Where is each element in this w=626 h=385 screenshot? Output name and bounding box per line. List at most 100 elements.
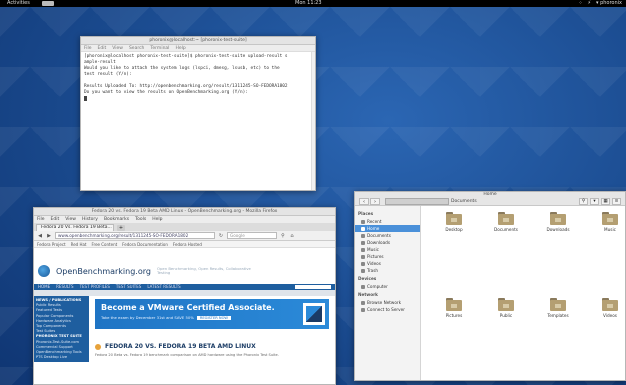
grid-view-icon[interactable]: ▦ (601, 198, 610, 205)
site-sidebar: NEWS / PUBLICATIONS Public Results Feature… (34, 296, 89, 363)
menu-history[interactable]: History (82, 216, 98, 223)
folder-item-pictures[interactable]: Pictures (429, 298, 479, 380)
back-arrow-icon[interactable]: ‹ (359, 198, 369, 205)
menu-view[interactable]: View (112, 45, 123, 51)
system-tray[interactable]: ⁘ ⚡ ▾ phoronix (578, 0, 622, 7)
sidebar-item-trash[interactable]: Trash (355, 267, 420, 274)
bookmarks-toolbar: Fedora Project Red Hat Free Content Fedo… (34, 241, 335, 248)
folder-item-videos[interactable]: Videos (585, 298, 625, 380)
menu-bookmarks[interactable]: Bookmarks (104, 216, 129, 223)
register-button[interactable]: REGISTER NOW (196, 316, 231, 320)
view-options-icon[interactable]: ▾ (590, 198, 599, 205)
folder-icon (498, 298, 514, 311)
menu-help[interactable]: Help (152, 216, 162, 223)
nav-latest-results[interactable]: LATEST RESULTS (147, 284, 180, 290)
forward-arrow-icon[interactable]: ▶ (46, 233, 52, 239)
path-bar-home[interactable] (385, 198, 449, 205)
folder-label: Videos (603, 313, 617, 318)
sidebar-item-downloads[interactable]: Downloads (355, 239, 420, 246)
place-icon (361, 261, 365, 266)
nav-test-profiles[interactable]: TEST PROFILES (80, 284, 110, 290)
place-icon (361, 268, 365, 273)
nav-home[interactable]: HOME (38, 284, 50, 290)
sidebar-item-documents[interactable]: Documents (355, 232, 420, 239)
user-menu[interactable]: ▾ phoronix (596, 0, 622, 7)
path-bar-documents[interactable]: Documents (451, 198, 477, 205)
clock[interactable]: Mon 11:23 (295, 0, 322, 7)
forward-arrow-icon[interactable]: › (370, 198, 380, 205)
browser-window[interactable]: Fedora 20 vs. Fedora 19 Beta AMD Linux -… (33, 207, 336, 385)
home-icon[interactable]: ⌂ (289, 233, 295, 239)
menu-file[interactable]: File (84, 45, 92, 51)
menu-icon[interactable]: ≡ (612, 198, 621, 205)
folder-label: Public (499, 313, 513, 318)
sidebar-item-computer[interactable]: Computer (355, 283, 420, 290)
search-input[interactable]: Google (227, 232, 277, 239)
files-window[interactable]: Home ‹ › Documents ⚲ ▾ ▦ ≡ Places Recent H… (354, 191, 626, 381)
browser-title[interactable]: Fedora 20 vs. Fedora 19 Beta AMD Linux -… (34, 208, 335, 216)
bookmark-item[interactable]: Fedora Hosted (173, 241, 202, 247)
app-menu-icon[interactable] (42, 1, 54, 6)
bookmark-item[interactable]: Red Hat (71, 241, 87, 247)
tab-strip: Fedora 20 Vs. Fedora 19 Beta... + (34, 223, 335, 231)
new-tab-button[interactable]: + (117, 225, 125, 231)
sidebar-item-label: Music (367, 247, 379, 252)
openbenchmarking-logo[interactable] (38, 265, 50, 277)
menu-edit[interactable]: Edit (98, 45, 107, 51)
nav-test-suites[interactable]: TEST SUITES (116, 284, 141, 290)
banner-subtitle: Take the exam by December 31st and SAVE … (101, 315, 194, 320)
activities-button[interactable]: Activities (7, 0, 30, 7)
menu-edit[interactable]: Edit (51, 216, 60, 223)
search-icon[interactable]: ⚲ (579, 198, 588, 205)
bookmark-item[interactable]: Fedora Project (37, 241, 66, 247)
site-name[interactable]: OpenBenchmarking.org (56, 267, 151, 276)
terminal-window[interactable]: phoronix@localhost:~ [phoronix-test-suit… (80, 36, 316, 191)
sidebar-link[interactable]: PTS Desktop Live (36, 355, 87, 360)
folder-label: Documents (494, 227, 518, 232)
bookmark-item[interactable]: Free Content (92, 241, 118, 247)
sidebar-item-label: Pictures (367, 254, 384, 259)
menu-search[interactable]: Search (129, 45, 144, 51)
sidebar-item-connect-to-server[interactable]: Connect to Server (355, 306, 420, 313)
menu-tools[interactable]: Tools (135, 216, 146, 223)
site-tagline: Open Benchmarking, Open Results, Collabo… (156, 265, 251, 275)
vmware-ad-banner[interactable]: Become a VMware Certified Associate. Tak… (95, 299, 329, 329)
folder-item-downloads[interactable]: Downloads (533, 212, 583, 294)
result-headline[interactable]: FEDORA 20 VS. FEDORA 19 BETA AMD LINUX (95, 343, 329, 350)
folder-icon (446, 298, 462, 311)
network-icon[interactable]: ⁘ (578, 0, 582, 7)
url-bar[interactable]: www.openbenchmarking.org/result/1311245-… (55, 232, 215, 239)
bookmark-item[interactable]: Fedora Documentation (122, 241, 168, 247)
menu-help[interactable]: Help (175, 45, 185, 51)
web-page[interactable]: OpenBenchmarking.org Open Benchmarking, … (34, 258, 335, 384)
terminal-output[interactable]: [phoronix@localhost phoronix-test-suite]… (81, 52, 315, 106)
sidebar-item-recent[interactable]: Recent (355, 218, 420, 225)
sidebar-item-pictures[interactable]: Pictures (355, 253, 420, 260)
reload-icon[interactable]: ↻ (218, 233, 224, 239)
folder-item-public[interactable]: Public (481, 298, 531, 380)
menu-view[interactable]: View (65, 216, 76, 223)
folder-item-music[interactable]: Music (585, 212, 625, 294)
folder-icon (602, 212, 618, 225)
search-icon[interactable]: ⚲ (280, 233, 286, 239)
back-arrow-icon[interactable]: ◀ (37, 233, 43, 239)
folder-item-desktop[interactable]: Desktop (429, 212, 479, 294)
sidebar-item-browse-network[interactable]: Browse Network (355, 299, 420, 306)
sidebar-item-videos[interactable]: Videos (355, 260, 420, 267)
folder-icon (550, 212, 566, 225)
place-icon (361, 240, 365, 245)
menu-file[interactable]: File (37, 216, 45, 223)
folder-item-documents[interactable]: Documents (481, 212, 531, 294)
result-title[interactable]: FEDORA 20 VS. FEDORA 19 BETA AMD LINUX (105, 343, 256, 350)
power-icon[interactable]: ⚡ (587, 0, 591, 7)
folder-icon (446, 212, 462, 225)
nav-results[interactable]: RESULTS (56, 284, 73, 290)
terminal-scrollbar[interactable] (311, 52, 315, 190)
folder-item-templates[interactable]: Templates (533, 298, 583, 380)
sidebar-item-music[interactable]: Music (355, 246, 420, 253)
sidebar-item-home[interactable]: Home (355, 225, 420, 232)
menu-terminal[interactable]: Terminal (150, 45, 169, 51)
terminal-title[interactable]: phoronix@localhost:~ [phoronix-test-suit… (81, 37, 315, 45)
site-search-input[interactable] (295, 285, 331, 289)
browser-tab[interactable]: Fedora 20 Vs. Fedora 19 Beta... (36, 224, 114, 231)
